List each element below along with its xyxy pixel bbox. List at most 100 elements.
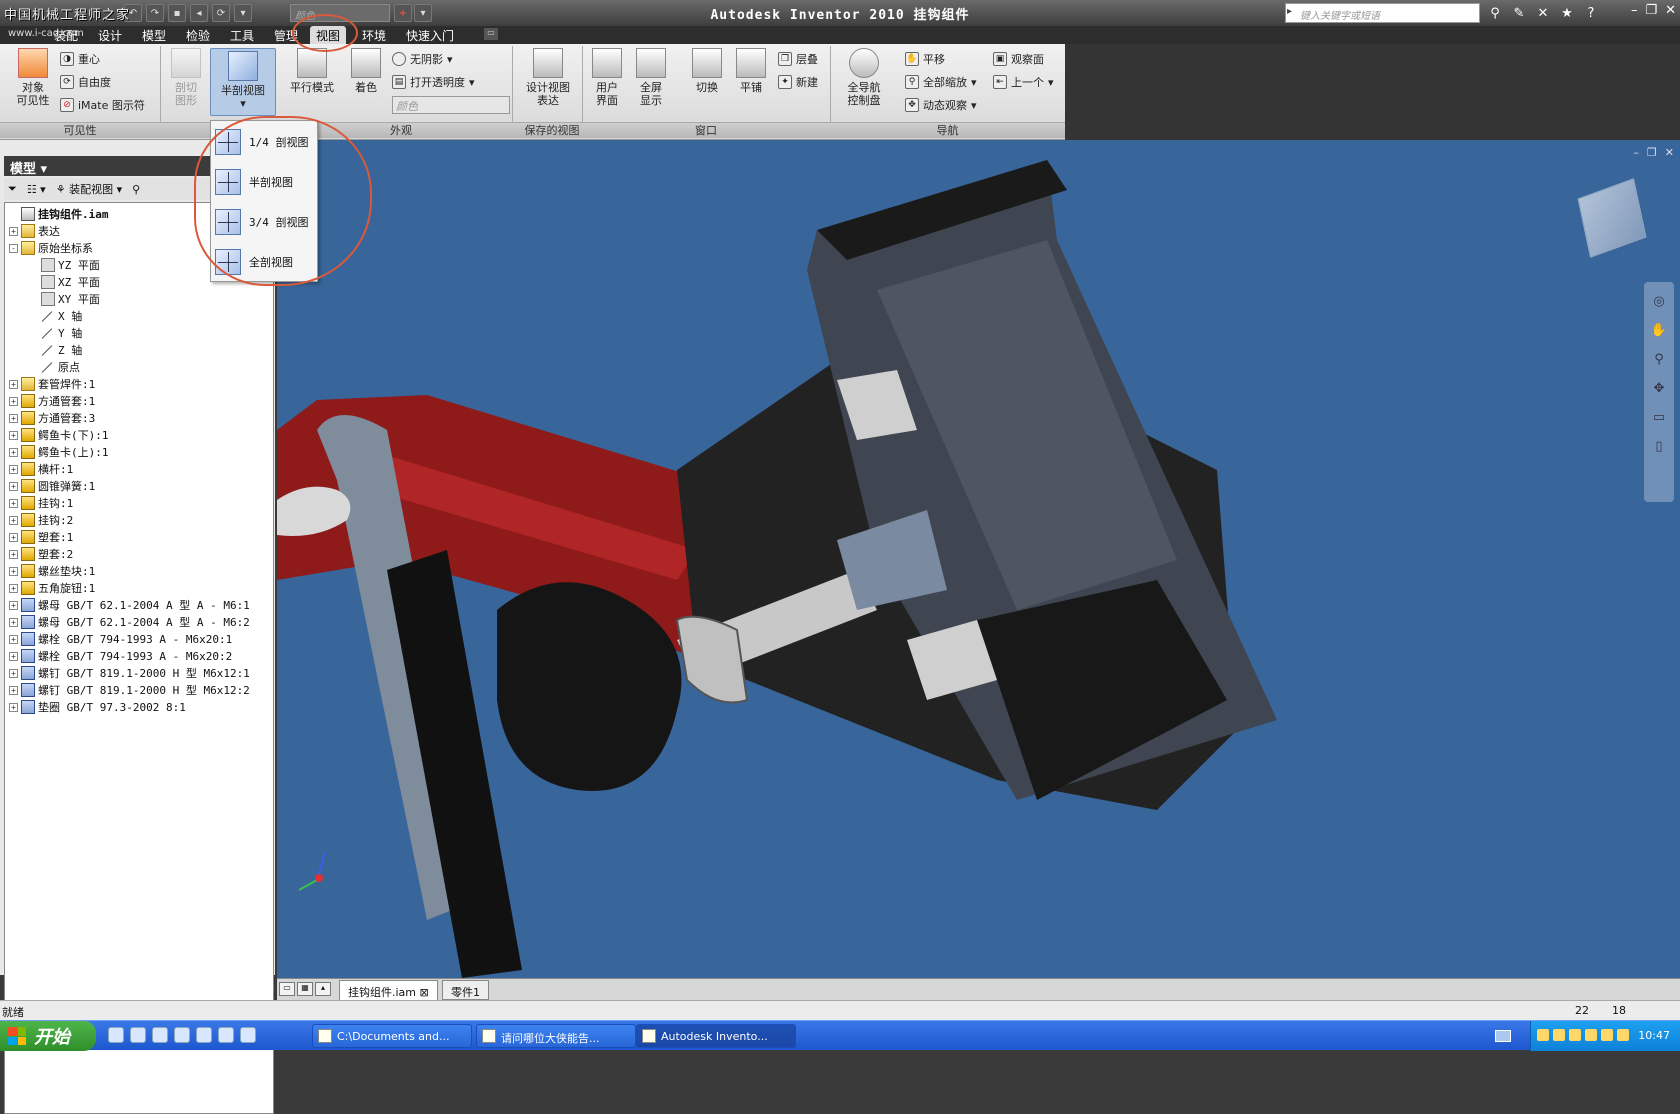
desktop-icon[interactable] (130, 1027, 146, 1043)
tree-node[interactable]: + 圆锥弹簧:1 (9, 477, 95, 495)
expand-toggle-icon[interactable]: + (9, 464, 18, 474)
binoculars-icon[interactable]: ⚲ (1485, 3, 1505, 23)
vp-restore-icon[interactable]: ❐ (1647, 146, 1657, 159)
nav-wheel-icon[interactable]: ◎ (1653, 294, 1664, 309)
tab-model[interactable]: 模型 (136, 26, 172, 44)
close-icon[interactable]: ✕ (1665, 3, 1676, 18)
keyboard-icon[interactable] (1495, 1030, 1511, 1042)
tab-inspect[interactable]: 检验 (180, 26, 216, 44)
doc-tab-part[interactable]: 零件1 (442, 980, 489, 1000)
nav-page-icon[interactable]: ▯ (1655, 439, 1662, 454)
expand-toggle-icon[interactable]: - (9, 243, 18, 253)
tray-icon-5[interactable] (1601, 1029, 1613, 1041)
satellite-icon[interactable]: ✕ (1533, 3, 1553, 23)
tab-design[interactable]: 设计 (92, 26, 128, 44)
expand-toggle-icon[interactable]: + (9, 498, 18, 508)
expand-toggle-icon[interactable]: + (9, 702, 18, 712)
parallel-mode-button[interactable]: 平行模式 (284, 48, 340, 94)
doc-tab-close-icon[interactable]: ⊠ (420, 986, 429, 999)
imate-glyph-button[interactable]: ⊘ iMate 图示符 (60, 96, 145, 114)
nav-zoom-icon[interactable]: ⚲ (1654, 352, 1664, 367)
ie-icon[interactable] (108, 1027, 124, 1043)
help-search-input[interactable]: 键入关键字或短语 (1285, 3, 1480, 23)
nav-lookat-icon[interactable]: ▭ (1653, 410, 1665, 425)
tree-node[interactable]: + 鳄鱼卡(上):1 (9, 443, 109, 461)
tree-node[interactable]: + 螺母 GB/T 62.1-2004 A 型 A - M6:1 (9, 596, 250, 614)
tree-node[interactable]: + 螺钉 GB/T 819.1-2000 H 型 M6x12:1 (9, 664, 250, 682)
ribbon-minimize-icon[interactable]: ▭ (484, 28, 498, 40)
tree-node[interactable]: Z 轴 (29, 341, 82, 359)
tree-node[interactable]: + 螺母 GB/T 62.1-2004 A 型 A - M6:2 (9, 613, 250, 631)
tree-node[interactable]: + 挂钩:2 (9, 511, 73, 529)
search-arrow-icon[interactable]: ▸ (1287, 6, 1292, 17)
tray-icon-4[interactable] (1585, 1029, 1597, 1041)
tree-node[interactable]: + 塑套:2 (9, 545, 73, 563)
favorites-icon[interactable]: ★ (1557, 3, 1577, 23)
tree-node[interactable]: + 螺钉 GB/T 819.1-2000 H 型 M6x12:2 (9, 681, 250, 699)
pan-button[interactable]: ✋ 平移 (905, 50, 945, 68)
find-icon[interactable]: ⚲ (132, 183, 140, 196)
tree-node[interactable]: 挂钩组件.iam (9, 205, 109, 223)
section-shape-button[interactable]: 剖切 图形 (166, 48, 206, 107)
restore-icon[interactable]: ❐ (1645, 3, 1657, 18)
fullscreen-button[interactable]: 全屏 显示 (632, 48, 670, 107)
expand-toggle-icon[interactable]: + (9, 447, 18, 457)
tree-node[interactable]: + 塑套:1 (9, 528, 73, 546)
folder-launch-icon[interactable] (218, 1027, 234, 1043)
half-section-button[interactable]: 半剖视图 ▾ (210, 48, 276, 116)
tree-node[interactable]: XZ 平面 (29, 273, 100, 291)
task-browser[interactable]: 请问哪位大侠能告... (476, 1024, 636, 1048)
dof-button[interactable]: ⟳ 自由度 (60, 73, 111, 91)
tree-node[interactable]: + 鳄鱼卡(下):1 (9, 426, 109, 444)
orbit-button[interactable]: ✥ 动态观察 ▾ (905, 96, 977, 114)
expand-toggle-icon[interactable]: + (9, 634, 18, 644)
tab-get-started[interactable]: 快速入门 (400, 26, 460, 44)
tile-docs-icon[interactable]: ▦ (297, 982, 313, 996)
steering-wheel-button[interactable]: 全导航 控制盘 (838, 48, 890, 107)
tree-node[interactable]: + 垫圈 GB/T 97.3-2002 8:1 (9, 698, 186, 716)
tree-node[interactable]: - 原始坐标系 (9, 239, 93, 257)
shading-button[interactable]: 着色 (348, 48, 384, 94)
tree-node[interactable]: + 表达 (9, 222, 60, 240)
switch-window-button[interactable]: 切换 (688, 48, 726, 94)
start-button[interactable]: 开始 (0, 1021, 96, 1051)
tile-button[interactable]: 平铺 (732, 48, 770, 94)
tray-icon-6[interactable] (1617, 1029, 1629, 1041)
qq-icon[interactable] (196, 1027, 212, 1043)
expand-toggle-icon[interactable]: + (9, 379, 18, 389)
tree-node[interactable]: + 螺栓 GB/T 794-1993 A - M6x20:2 (9, 647, 232, 665)
mail-icon[interactable] (240, 1027, 256, 1043)
expand-toggle-icon[interactable]: + (9, 566, 18, 576)
expand-toggle-icon[interactable]: + (9, 532, 18, 542)
center-of-gravity-button[interactable]: ◑ 重心 (60, 50, 100, 68)
hierarchy-icon[interactable]: ☷ ▾ (27, 183, 46, 196)
filter-icon[interactable]: ⏷ (8, 182, 17, 196)
expand-toggle-icon[interactable]: + (9, 668, 18, 678)
minimize-icon[interactable]: – (1631, 3, 1638, 18)
expand-toggle-icon[interactable]: + (9, 583, 18, 593)
nav-pan-icon[interactable]: ✋ (1651, 323, 1667, 338)
tray-icon-3[interactable] (1569, 1029, 1581, 1041)
media-icon[interactable] (174, 1027, 190, 1043)
tray-icon-2[interactable] (1553, 1029, 1565, 1041)
tree-node[interactable]: + 螺栓 GB/T 794-1993 A - M6x20:1 (9, 630, 232, 648)
zoom-all-button[interactable]: ⚲ 全部缩放 ▾ (905, 73, 977, 91)
tree-node[interactable]: + 五角旋钮:1 (9, 579, 95, 597)
cascade-button[interactable]: ❐ 层叠 (778, 50, 818, 68)
tree-node[interactable]: + 螺丝垫块:1 (9, 562, 95, 580)
tree-node[interactable]: Y 轴 (29, 324, 82, 342)
expand-toggle-icon[interactable]: + (9, 685, 18, 695)
transparency-button[interactable]: ▤ 打开透明度 ▾ (392, 73, 475, 91)
help-icon[interactable]: ? (1581, 3, 1601, 23)
expand-toggle-icon[interactable]: + (9, 396, 18, 406)
tree-node[interactable]: 原点 (29, 358, 80, 376)
tray-icon-1[interactable] (1537, 1029, 1549, 1041)
docs-menu-icon[interactable]: ▴ (315, 982, 331, 996)
expand-toggle-icon[interactable]: + (9, 226, 18, 236)
new-window-button[interactable]: ✦ 新建 (778, 73, 818, 91)
tree-node[interactable]: + 方通管套:3 (9, 409, 95, 427)
tree-node[interactable]: + 挂钩:1 (9, 494, 73, 512)
tree-node[interactable]: X 轴 (29, 307, 82, 325)
assembly-view-button[interactable]: ⚘ 装配视图 ▾ (56, 181, 122, 197)
expand-toggle-icon[interactable]: + (9, 413, 18, 423)
